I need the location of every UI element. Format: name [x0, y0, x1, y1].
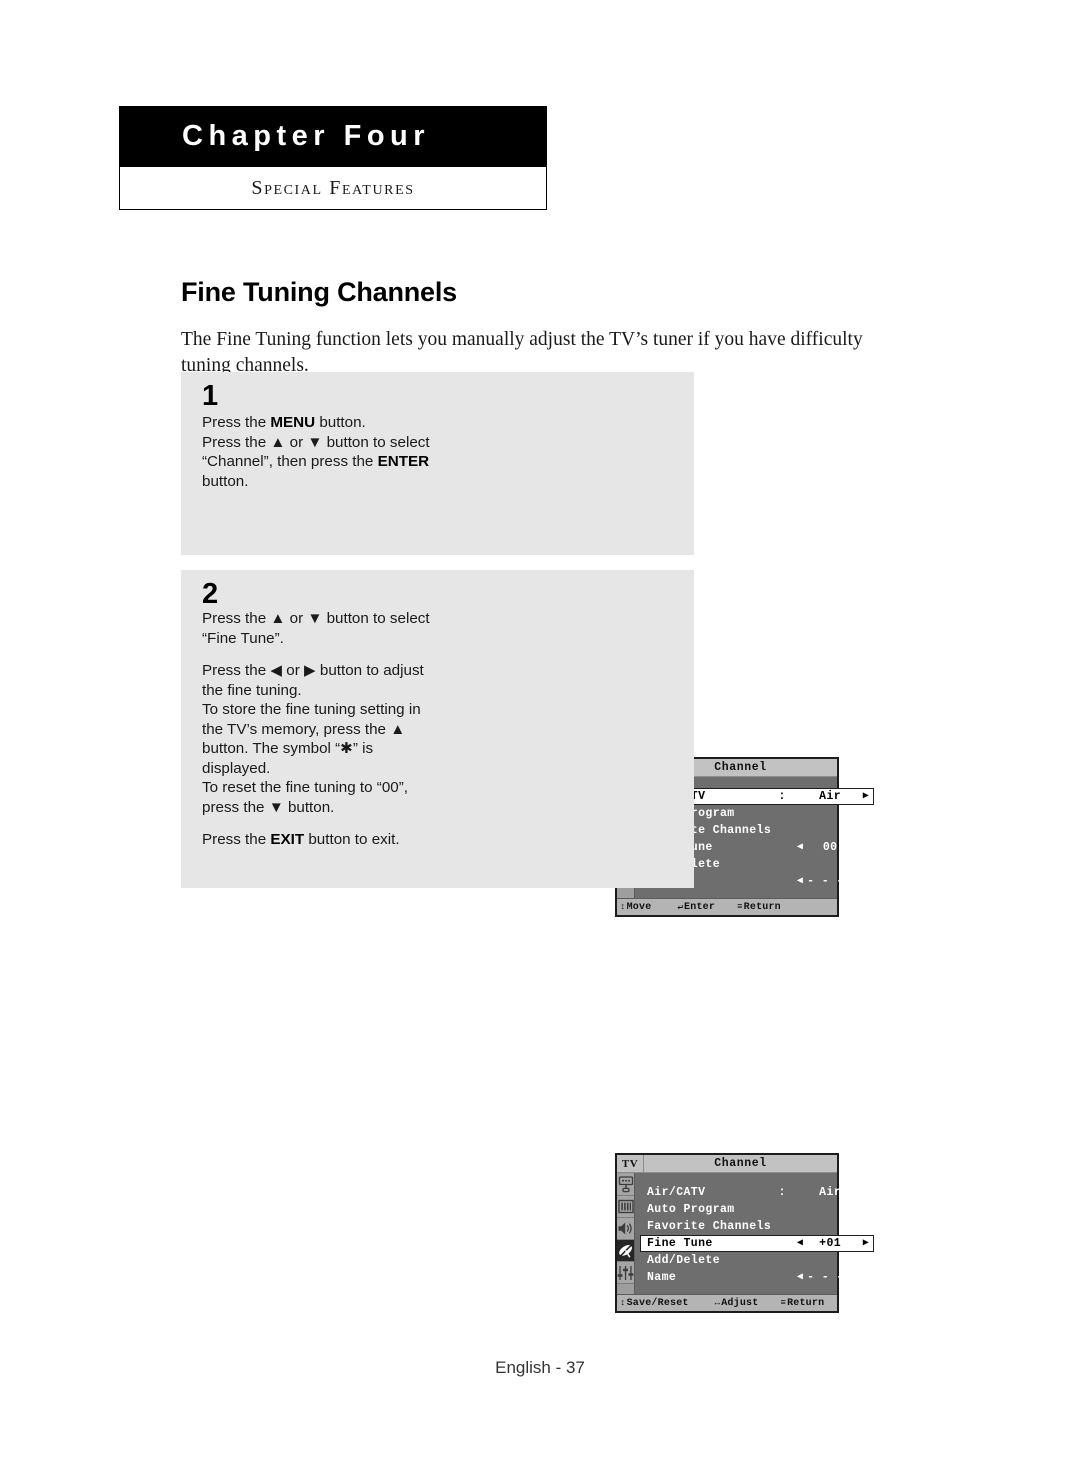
osd-menu-item-value: +01	[819, 1237, 842, 1250]
left-arrow-icon[interactable]: ◀	[793, 1272, 807, 1283]
osd-menu-item-value: - - - -	[807, 1271, 859, 1284]
osd-body: Air/CATV:Air▶Auto Program▶Favorite Chann…	[617, 1173, 875, 1294]
page-title: Fine Tuning Channels	[181, 277, 457, 308]
step-number-2: 2	[202, 578, 219, 610]
menu-key-icon: ≡	[737, 901, 743, 912]
instruction-line: Press the ▲ or ▼ button to select “Fine …	[202, 610, 430, 647]
osd-menu-item-label: Favorite Channels	[647, 1220, 772, 1233]
step-panel-1: 1 Press the MENU button. Press the ▲ or ▼…	[181, 372, 875, 917]
osd-footer-label: Adjust	[721, 1297, 759, 1309]
speaker-icon[interactable]	[617, 1218, 634, 1240]
menu-key-icon: ≡	[780, 1297, 787, 1308]
right-arrow-icon[interactable]: ▶	[853, 1272, 869, 1283]
osd-menu-item[interactable]: Air/CATV: Air ▶	[640, 1184, 874, 1201]
instruction-line: To reset the fine tuning to “00”, press …	[202, 779, 408, 816]
osd-footer-label: Move	[626, 901, 652, 913]
intro-paragraph: The Fine Tuning function lets you manual…	[181, 328, 863, 376]
osd-sidebar	[617, 1173, 635, 1294]
right-arrow-icon[interactable]: ▶	[853, 1204, 869, 1215]
osd-menu-item-label: Fine Tune	[647, 1237, 713, 1250]
step-instructions-2: Press the ▲ or ▼ button to select “Fine …	[202, 609, 440, 850]
instruction-line: To store the fine tuning setting in the …	[202, 701, 421, 777]
step-number-1: 1	[202, 380, 219, 412]
osd-menu-item[interactable]: Add/Delete ▶	[640, 1252, 874, 1269]
osd-menu-list-2: Air/CATV: Air ▶ Auto Program ▶ Favorite Chann…	[635, 1173, 879, 1294]
enter-key-icon: ↵	[677, 901, 684, 912]
osd-title: Channel	[714, 1157, 767, 1170]
osd-footer-1: ↕ Move ↵ Enter ≡ Return	[617, 898, 837, 915]
satellite-dish-icon[interactable]	[617, 1240, 634, 1262]
osd-footer-item: ↔ Adjust	[715, 1298, 759, 1309]
right-arrow-icon[interactable]: ▶	[853, 1255, 869, 1266]
osd-footer-item: ≡ Return	[737, 902, 781, 913]
osd-menu-step-2: TV Channel Air/CATV: Air ▶ Auto Program ▶ Fav…	[615, 1153, 875, 1313]
osd-menu-item-label: Name	[647, 1271, 677, 1284]
right-arrow-icon[interactable]: ▶	[853, 808, 869, 819]
osd-footer-item: ↕ Save/Reset	[620, 1298, 689, 1309]
chapter-header: Chapter Four Special Features	[119, 106, 547, 210]
osd-menu-item[interactable]: Auto Program ▶	[640, 1201, 874, 1218]
right-arrow-icon[interactable]: ▶	[853, 842, 869, 853]
up-down-arrow-icon: ↕	[620, 901, 626, 912]
chapter-subtitle: Special Features	[251, 176, 415, 199]
osd-menu-item-value: Air	[819, 790, 842, 803]
osd-footer-item: ≡ Return	[780, 1298, 824, 1309]
left-arrow-icon[interactable]: ◀	[793, 876, 807, 887]
osd-menu-item-label: Add/Delete	[647, 1254, 721, 1267]
right-arrow-icon[interactable]: ▶	[853, 825, 869, 836]
osd-footer-item: ↕ Move	[620, 902, 651, 913]
left-arrow-icon[interactable]: ◀	[793, 1238, 807, 1249]
osd-footer-item: ↵ Enter	[677, 902, 715, 913]
chapter-title-bar: Chapter Four	[119, 106, 547, 167]
osd-menu-item-value: 00	[822, 841, 838, 854]
right-arrow-icon[interactable]: ▶	[853, 1187, 869, 1198]
left-right-arrow-icon: ↔	[714, 1297, 721, 1308]
instruction-line: Press the EXIT button to exit.	[202, 831, 400, 848]
up-down-arrow-icon: ↕	[620, 1297, 626, 1308]
chapter-title: Chapter Four	[182, 120, 431, 152]
osd-menu-item[interactable]: Fine Tune ◀ +01 ▶	[640, 1235, 875, 1252]
step-instructions-1: Press the MENU button. Press the ▲ or ▼ b…	[202, 413, 440, 491]
osd-titlebar: TV Channel	[617, 1155, 837, 1173]
right-arrow-icon[interactable]: ▶	[853, 859, 869, 870]
osd-footer-label: Enter	[684, 901, 716, 913]
page-footer: English - 37	[495, 1358, 585, 1377]
osd-menu-item-separator: :	[778, 1186, 786, 1199]
osd-footer-label: Return	[743, 901, 781, 913]
osd-tv-label: TV	[617, 1155, 644, 1172]
right-arrow-icon[interactable]: ▶	[853, 791, 869, 802]
instruction-line: Press the ▲ or ▼ button to select “Chann…	[202, 433, 430, 490]
chapter-subtitle-box: Special Features	[119, 167, 547, 210]
instruction-line: Press the ◀ or ▶ button to adjust the fi…	[202, 662, 424, 699]
right-arrow-icon[interactable]: ▶	[853, 876, 869, 887]
osd-footer-2: ↕ Save/Reset ↔ Adjust ≡ Return	[617, 1294, 837, 1311]
picture-bars-icon[interactable]	[617, 1196, 634, 1218]
osd-menu-item[interactable]: Favorite Channels ▶	[640, 1218, 874, 1235]
right-arrow-icon[interactable]: ▶	[853, 1221, 869, 1232]
instruction-line: Press the MENU button.	[202, 414, 366, 431]
picture-input-icon[interactable]	[617, 1174, 634, 1196]
step-panel-2: 2 Press the ▲ or ▼ button to select “Fin…	[181, 570, 875, 1313]
osd-footer-label: Save/Reset	[626, 1297, 689, 1309]
osd-menu-item-value: Air	[819, 1186, 842, 1199]
osd-menu-item-separator: :	[778, 790, 786, 803]
right-arrow-icon[interactable]: ▶	[853, 1238, 869, 1249]
osd-footer-label: Return	[787, 1297, 825, 1309]
osd-menu-item-label: Auto Program	[647, 1203, 735, 1216]
osd-menu-item-value: - - - -	[807, 875, 859, 888]
left-arrow-icon[interactable]: ◀	[793, 842, 807, 853]
setup-sliders-icon[interactable]	[617, 1262, 634, 1284]
osd-menu-item-label: Air/CATV	[647, 1186, 706, 1199]
osd-menu-item[interactable]: Name ◀- - - -▶	[640, 1269, 874, 1286]
